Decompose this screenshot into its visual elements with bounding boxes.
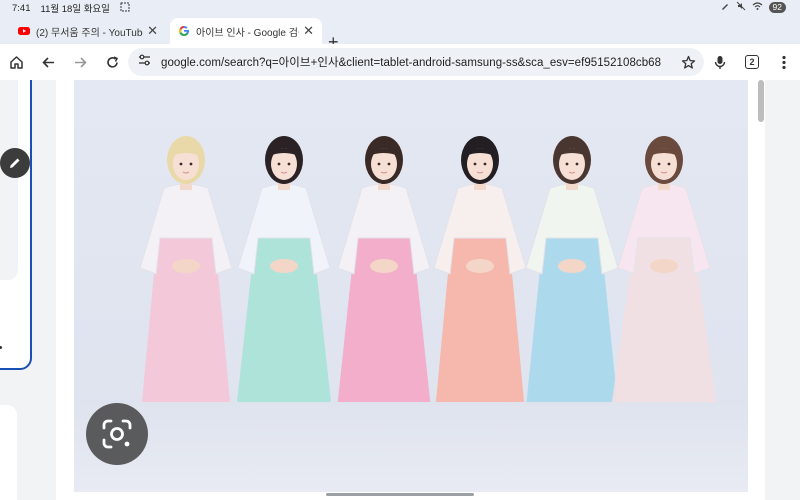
hands [466,259,494,273]
reload-icon [106,55,118,68]
hands [270,259,298,273]
pencil-icon [10,158,20,168]
tab-count: 2 [745,55,759,69]
voice-search-button[interactable] [710,52,730,72]
tab-youtube[interactable]: (2) 무서움 주의 - YouTube ✕ [10,18,166,44]
search-result-image[interactable] [74,80,748,492]
wifi-icon [752,1,763,14]
more-vert-icon [782,55,786,69]
eye [473,162,477,166]
photo-floor [74,402,748,492]
close-tab-icon[interactable]: ✕ [147,23,158,39]
bookmark-button[interactable] [678,52,698,72]
eye [287,162,291,166]
side-card [0,405,17,500]
google-lens-button[interactable] [86,403,148,465]
eye [377,162,381,166]
mute-icon [736,1,746,14]
edit-button[interactable] [0,148,30,178]
status-time: 7:41 [12,2,31,14]
scrollbar-thumb[interactable] [758,80,764,122]
tab-switcher-button[interactable]: 2 [742,52,762,72]
page-content [0,80,800,500]
eye [483,162,487,166]
microphone-icon [714,55,726,69]
battery-indicator: 92 [768,2,786,13]
arrow-right-icon [74,56,87,68]
home-icon [9,55,23,69]
eye [277,162,281,166]
star-icon [681,55,695,69]
hands [650,259,678,273]
tab-strip: (2) 무서움 주의 - YouTube ✕ 아이브 인사 - Google 검… [0,14,800,52]
eye [575,162,579,166]
eye [565,162,569,166]
hands [172,259,200,273]
eye [189,162,193,166]
side-panel-inner [0,80,18,280]
home-button[interactable] [6,52,26,72]
eye [657,162,661,166]
screenshot-icon [120,2,130,15]
arrow-left-icon [41,56,54,68]
site-settings-icon[interactable] [138,53,151,71]
eye [387,162,391,166]
status-bar: 7:41 11월 18일 화요일 92 [0,0,800,15]
address-bar[interactable]: google.com/search?q=아이브+인사&client=tablet… [128,48,704,76]
menu-button[interactable] [774,52,794,72]
youtube-icon [18,25,30,37]
back-button[interactable] [38,52,58,72]
tab-title: (2) 무서움 주의 - YouTube [36,27,144,39]
tab-google-search[interactable]: 아이브 인사 - Google 검색 ✕ [170,18,322,44]
tab-title: 아이브 인사 - Google 검색 [196,27,300,39]
close-tab-icon[interactable]: ✕ [303,23,314,39]
gesture-bar[interactable] [326,493,474,496]
google-icon [178,25,190,37]
pen-icon [720,1,730,14]
lens-icon [102,419,132,449]
url-text[interactable]: google.com/search?q=아이브+인사&client=tablet… [161,54,661,70]
eye [179,162,183,166]
eye [667,162,671,166]
forward-button[interactable] [70,52,90,72]
status-date: 11월 18일 화요일 [40,4,110,15]
reload-button[interactable] [102,52,122,72]
browser-toolbar: google.com/search?q=아이브+인사&client=tablet… [0,44,800,80]
hands [370,259,398,273]
hands [558,259,586,273]
